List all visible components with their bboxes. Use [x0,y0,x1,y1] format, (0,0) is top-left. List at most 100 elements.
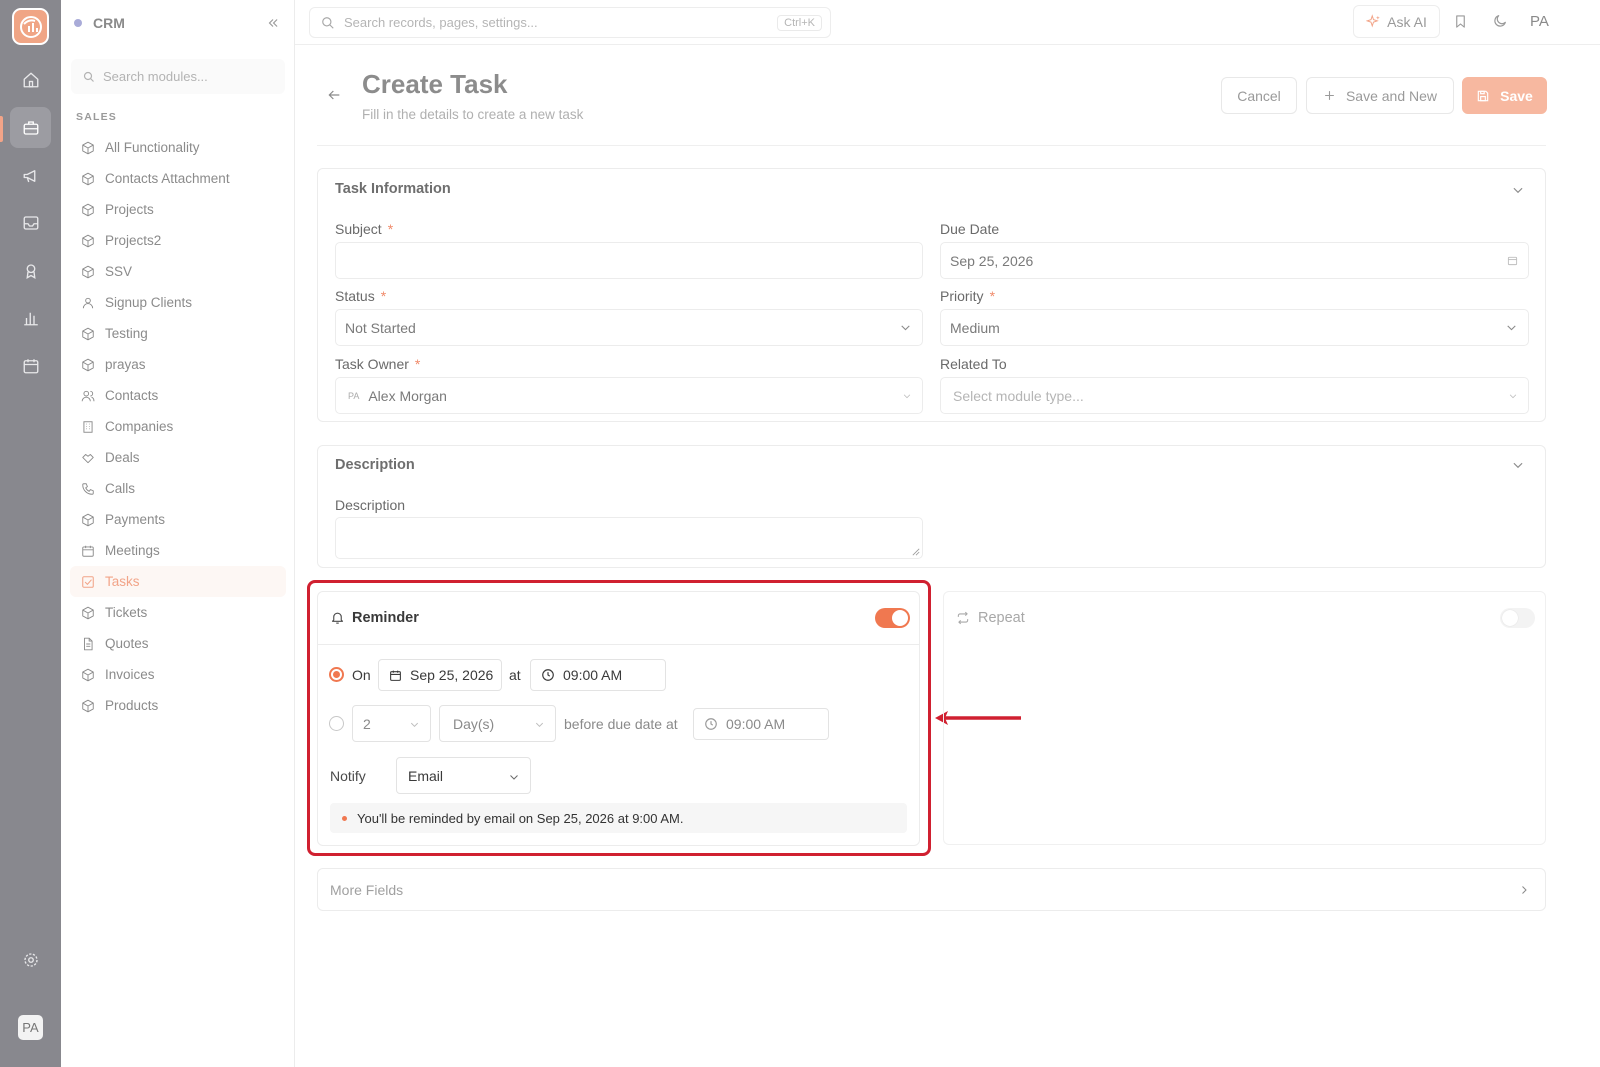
sidebar-item-label: Payments [105,512,166,527]
sidebar-item-calls[interactable]: Calls [70,473,286,504]
global-search-input[interactable]: Search records, pages, settings... Ctrl+… [309,7,831,38]
collapse-task-information-button[interactable] [1511,183,1525,197]
status-select[interactable]: Not Started [335,309,923,346]
reminder-summary-text: You'll be reminded by email on Sep 25, 2… [357,810,684,826]
cancel-button[interactable]: Cancel [1221,77,1297,114]
notify-select[interactable]: Email [396,757,531,794]
before-time-picker[interactable]: 09:00 AM [693,708,829,740]
ask-ai-button[interactable]: Ask AI [1353,5,1440,38]
collapse-description-button[interactable] [1511,458,1525,472]
cube-icon [82,141,94,154]
calendar-icon [23,358,38,373]
chevron-down-icon [1509,393,1517,398]
sidebar-item-ssv[interactable]: SSV [70,256,286,287]
calendar-icon [390,670,401,681]
repeat-toggle[interactable] [1500,608,1535,628]
sidebar-item-label: Meetings [105,543,160,558]
task-owner-select[interactable]: PA Alex Morgan [335,377,923,414]
handshake-icon [82,453,94,463]
rail-settings-button[interactable] [10,939,51,980]
owner-avatar: PA [348,390,360,401]
sidebar-item-projects[interactable]: Projects [70,194,286,225]
repeat-title: Repeat [978,610,1025,626]
collapse-sidebar-icon[interactable] [266,16,280,30]
sidebar-item-label: Calls [105,481,136,496]
module-search-placeholder: Search modules... [103,69,208,84]
more-fields-row[interactable]: More Fields [317,868,1546,911]
sidebar-item-testing[interactable]: Testing [70,318,286,349]
required-mark: * [380,288,387,304]
bookmark-button[interactable] [1453,13,1468,30]
sidebar-item-tickets[interactable]: Tickets [70,597,286,628]
sidebar-item-contacts-attachment[interactable]: Contacts Attachment [70,163,286,194]
sidebar-item-label: Testing [105,326,148,341]
sidebar-module-list: All Functionality Contacts Attachment Proj… [70,132,286,721]
user-menu-button[interactable]: PA [1530,13,1549,30]
reminder-date-value: Sep 25, 2026 [410,667,494,683]
reminder-time-picker[interactable]: 09:00 AM [530,659,666,691]
required-mark: * [414,356,421,372]
rail-calendar-button[interactable] [10,345,51,386]
related-to-label: Related To [940,356,1007,372]
cube-icon [82,513,94,526]
priority-select[interactable]: Medium [940,309,1529,346]
rail-sales-button[interactable] [10,107,51,148]
before-due-date-text: before due date at [564,716,678,732]
rail-support-button[interactable] [10,250,51,291]
sidebar-item-companies[interactable]: Companies [70,411,286,442]
user-avatar[interactable]: PA [18,1015,43,1040]
chevron-down-icon [1513,462,1523,469]
subject-label: Subject * [335,221,394,237]
sidebar-item-quotes[interactable]: Quotes [70,628,286,659]
sidebar-item-tasks[interactable]: Tasks [70,566,286,597]
sidebar: CRM Search modules... SALES All Function… [61,0,295,1067]
sidebar-item-label: Tickets [105,605,148,620]
chevron-down-icon [901,325,910,331]
sidebar-item-products[interactable]: Products [70,690,286,721]
required-mark: * [387,221,394,237]
reminder-toggle[interactable] [875,608,910,628]
related-to-select[interactable]: Select module type... [940,377,1529,414]
back-button[interactable] [326,87,342,103]
rail-marketing-button[interactable] [10,155,51,196]
chevron-down-icon [1507,325,1516,331]
before-amount-select[interactable]: 2 [352,705,431,742]
sidebar-item-invoices[interactable]: Invoices [70,659,286,690]
sidebar-item-signup-clients[interactable]: Signup Clients [70,287,286,318]
resize-handle-icon[interactable] [912,548,920,556]
sidebar-item-all-functionality[interactable]: All Functionality [70,132,286,163]
rail-analytics-button[interactable] [10,297,51,338]
reminder-date-picker[interactable]: Sep 25, 2026 [378,659,502,691]
app-logo[interactable] [12,8,49,45]
notify-label: Notify [330,768,366,784]
description-textarea[interactable] [335,517,923,559]
save-and-new-button[interactable]: Save and New [1306,77,1454,114]
rail-inbox-button[interactable] [10,202,51,243]
more-fields-label: More Fields [330,882,404,898]
sidebar-item-contacts[interactable]: Contacts [70,380,286,411]
module-search-input[interactable]: Search modules... [71,59,285,94]
save-button[interactable]: Save [1462,77,1547,114]
reminder-before-due-radio[interactable] [329,716,344,731]
summary-bullet [342,815,347,821]
users-icon [81,390,95,401]
search-icon [83,71,94,82]
bell-icon [331,612,344,624]
theme-toggle-button[interactable] [1492,13,1508,29]
before-unit-select[interactable]: Day(s) [439,705,556,742]
chevron-down-icon [1513,187,1523,194]
due-date-input[interactable]: Sep 25, 2026 [940,242,1529,279]
sidebar-item-prayas[interactable]: prayas [70,349,286,380]
sidebar-item-label: Companies [105,419,174,434]
chevron-down-icon [410,722,419,727]
sidebar-item-meetings[interactable]: Meetings [70,535,286,566]
sidebar-item-payments[interactable]: Payments [70,504,286,535]
workspace-dot [74,19,82,27]
subject-input[interactable] [335,242,923,279]
sidebar-item-projects2[interactable]: Projects2 [70,225,286,256]
rail-home-button[interactable] [10,59,51,100]
reminder-on-date-radio[interactable] [329,667,344,682]
sidebar-item-deals[interactable]: Deals [70,442,286,473]
cube-icon [82,327,94,340]
priority-value: Medium [950,319,1000,336]
